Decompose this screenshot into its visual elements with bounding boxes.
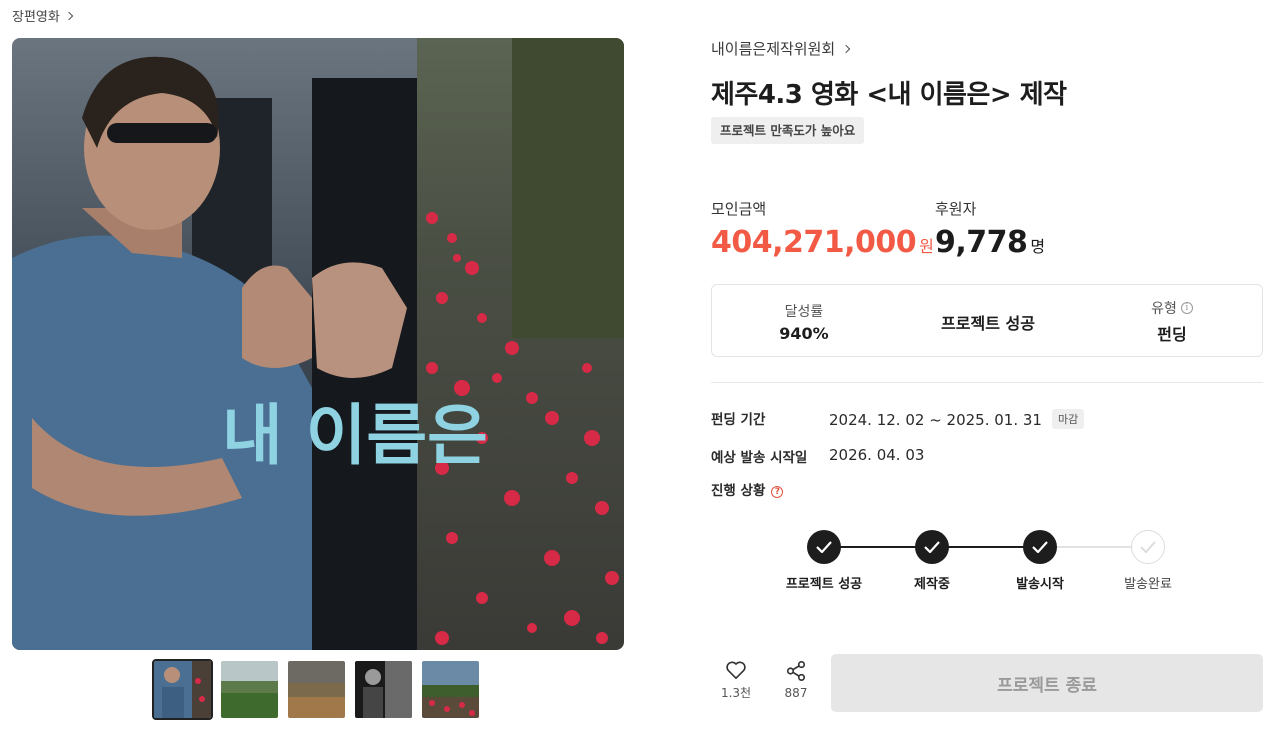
period-row: 2024. 12. 02 ~ 2025. 01. 31 마감: [829, 409, 1085, 429]
heart-icon: [726, 661, 746, 679]
project-info-panel: 내이름은제작위원회 제주4.3 영화 <내 이름은> 제작 프로젝트 만족도가 …: [711, 0, 1263, 729]
share-button[interactable]: 887: [776, 660, 816, 700]
project-status: 프로젝트 성공: [896, 285, 1080, 358]
chevron-right-icon: [64, 11, 74, 20]
creator-name[interactable]: 내이름은제작위원회: [711, 38, 835, 59]
rate-label: 달성률: [784, 303, 824, 320]
period-label: 펀딩 기간: [711, 412, 766, 428]
help-icon[interactable]: ?: [771, 486, 784, 498]
summary-box: 달성률 940% 프로젝트 성공 유형 i 펀딩: [711, 284, 1263, 357]
amount-value: 404,271,000: [711, 225, 917, 260]
achievement-rate: 달성률 940%: [712, 285, 896, 358]
project-title: 제주4.3 영화 <내 이름은> 제작: [711, 80, 1067, 110]
check-icon: [807, 530, 841, 564]
thumbnail-4[interactable]: [355, 661, 412, 718]
thumbnail-5[interactable]: [422, 661, 479, 718]
like-button[interactable]: 1.3천: [716, 660, 756, 701]
ship-date-label: 예상 발송 시작일: [711, 450, 808, 466]
satisfaction-badge: 프로젝트 만족도가 높아요: [711, 117, 865, 144]
like-count: 1.3천: [720, 686, 752, 700]
check-icon: [915, 530, 949, 564]
backers-value: 9,778: [935, 225, 1028, 260]
main-photo-illustration: 내 이름은: [12, 38, 624, 650]
ship-date-value: 2026. 04. 03: [829, 446, 925, 464]
share-icon: [786, 661, 806, 681]
rate-value: 940%: [779, 323, 829, 343]
type-label: 유형: [1151, 301, 1177, 317]
project-type: 유형 i 펀딩: [1080, 285, 1264, 358]
project-ended-button[interactable]: 프로젝트 종료: [831, 654, 1263, 712]
step-label-delivered: 발송완료: [1124, 577, 1172, 592]
step-label-production: 제작중: [914, 577, 950, 592]
share-count: 887: [784, 686, 808, 700]
status-value: 프로젝트 성공: [941, 313, 1035, 333]
breadcrumb-category[interactable]: 장편영화: [12, 6, 60, 25]
progress-tracker: 프로젝트 성공 제작중 발송시작 발송완료: [711, 525, 1263, 595]
check-icon: [1023, 530, 1057, 564]
thumbnail-3[interactable]: [288, 661, 345, 718]
check-icon: [1131, 530, 1165, 564]
type-label-row: 유형 i: [1151, 298, 1193, 318]
progress-status-label: 진행 상황?: [711, 479, 784, 499]
step-label-success: 프로젝트 성공: [785, 577, 863, 592]
divider: [711, 382, 1263, 383]
chevron-right-icon: [841, 44, 851, 53]
period-value: 2024. 12. 02 ~ 2025. 01. 31: [829, 411, 1042, 429]
backers-stat: 9,778 명: [935, 225, 1045, 260]
amount-label: 모인금액: [711, 200, 767, 218]
creator-link[interactable]: 내이름은제작위원회: [711, 38, 851, 59]
closed-badge: 마감: [1051, 409, 1085, 429]
thumbnail-strip: [152, 659, 479, 720]
thumbnail-2[interactable]: [221, 661, 278, 718]
main-project-image: 내 이름은: [12, 38, 624, 650]
amount-stat: 404,271,000 원: [711, 225, 934, 260]
overlay-title: 내 이름은: [222, 397, 488, 474]
type-value: 펀딩: [1157, 325, 1187, 344]
backers-unit: 명: [1030, 237, 1045, 256]
backers-label: 후원자: [935, 200, 977, 218]
progress-label-text: 진행 상황: [711, 483, 766, 499]
thumbnail-1[interactable]: [152, 659, 213, 720]
breadcrumb[interactable]: 장편영화: [12, 6, 74, 25]
info-icon[interactable]: i: [1180, 302, 1193, 314]
step-label-shipping: 발송시작: [1016, 577, 1064, 592]
amount-unit: 원: [919, 237, 934, 256]
